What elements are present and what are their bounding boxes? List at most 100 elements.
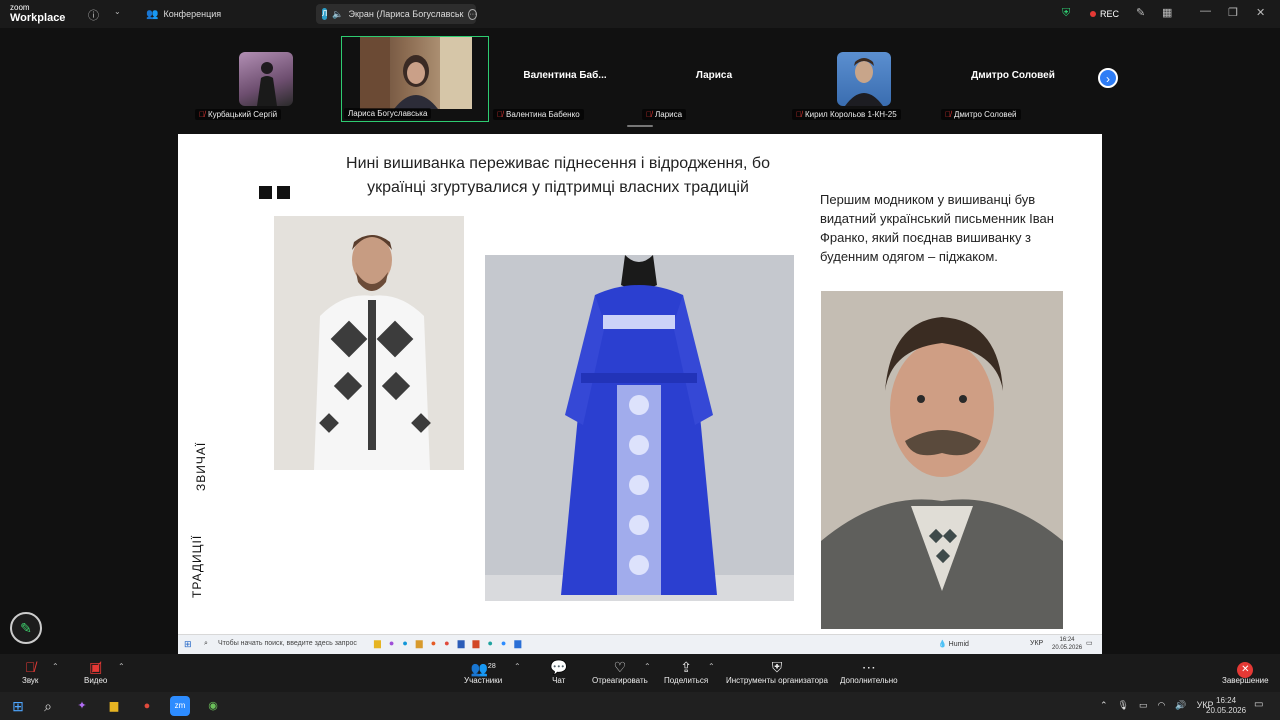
network-icon[interactable]: ▭ [1139,700,1148,711]
chrome-icon: ● [444,638,450,648]
info-icon[interactable]: ⓘ [88,7,99,23]
participants-button[interactable]: 👥28 Участники [464,658,502,685]
video-options-caret-icon[interactable]: ⌃ [118,662,125,671]
wifi-icon[interactable]: ◠ [1158,700,1166,711]
notifications-icon[interactable]: ▭ [1254,699,1263,710]
copilot-icon: ● [388,638,395,648]
end-meeting-button[interactable]: ✕ Завершение [1222,658,1269,685]
vertical-label-tradytsii: ТРАДИЦІЇ [190,534,204,598]
participant-tile[interactable]: Лариса 🎙̸ Лариса [640,36,788,122]
tab-screen-share[interactable]: Л 🔈 Экран (Лариса Богуславськ ··· [316,4,478,24]
microphone-icon[interactable]: 🎙 [1118,700,1129,711]
participant-name: Лариса Богуславська [348,109,428,118]
volume-icon[interactable]: 🔊 [1175,700,1186,711]
windows-taskbar: ⊞ ⌕ ✦ ▆ ● zm ◉ ⌃ 🎙 ▭ ◠ 🔊 УКР 16:24 20.05… [0,692,1280,720]
firefox-icon: ● [430,638,437,648]
annotate-pen-button[interactable]: ✎ [10,612,42,644]
windows-start-icon[interactable]: ⊞ [8,696,28,716]
shared-search-placeholder: Чтобы начать поиск, введите здесь запрос [218,640,357,647]
audio-options-caret-icon[interactable]: ⌃ [52,662,59,671]
participant-display-name: Дмитро Соловей [971,70,1055,81]
react-button[interactable]: ♡ Отреагировать [592,658,648,685]
participant-display-name: Лариса [695,70,733,81]
close-icon[interactable]: ✕ [1256,6,1265,19]
edge-icon: ● [487,638,493,648]
logo-bottom-text: Workplace [10,12,66,24]
mic-off-icon: 🎙̸ [796,110,802,119]
host-tools-button[interactable]: ⛨ Инструменты организатора [726,658,828,685]
participant-name: Лариса [655,110,683,119]
minimize-icon[interactable]: — [1200,5,1211,17]
chevron-up-icon[interactable]: ⌃ [1100,700,1108,711]
participant-tile[interactable]: 🎙̸ Кирил Корольов 1-КН-25 [790,36,938,122]
photo-man-vyshyvanka [274,216,464,470]
view-grid-icon[interactable]: ▦ [1162,6,1172,19]
copilot-icon[interactable]: ✦ [72,696,92,716]
people-icon: 👥 [146,8,159,20]
chat-button[interactable]: 💬 Чат [550,658,567,685]
chrome-icon[interactable]: ● [137,696,157,716]
participant-name: Курбацький Сергій [208,110,278,119]
audio-button[interactable]: 🎙̸ Звук [22,658,38,685]
record-dot-icon [1090,11,1096,17]
chevron-down-icon[interactable]: ⌄ [114,7,121,16]
video-off-icon: ▣̸ [89,659,103,675]
pen-icon: ✎ [20,620,32,636]
tab-conference[interactable]: 👥 Конференция [140,4,227,24]
end-icon: ✕ [1222,658,1269,678]
more-options-icon[interactable]: ··· [468,8,478,20]
more-button[interactable]: ⋯ Дополнительно [840,658,898,685]
participant-name-tag: 🎙̸ Дмитро Соловей [941,109,1021,120]
video-button[interactable]: ▣̸ Видео [84,658,107,685]
react-options-caret-icon[interactable]: ⌃ [644,662,651,671]
participants-options-caret-icon[interactable]: ⌃ [514,662,521,671]
system-tray: ⌃ 🎙 ▭ ◠ 🔊 УКР [1100,700,1214,711]
participant-tile[interactable]: Валентина Баб... 🎙̸ Валентина Бабенко [491,36,639,122]
participant-display-name: Валентина Баб... [523,70,607,81]
shared-lang: УКР [1030,640,1044,647]
slide-title: Нині вишиванка переживає піднесення і ві… [318,152,798,200]
mic-off-icon: 🎙̸ [497,110,503,119]
slide-body-text: Першим модником у вишиванці був видатний… [820,192,1054,264]
participant-strip: 🎙̸ Курбацький Сергій Лариса Богуславська… [0,28,1280,128]
host-tools-label: Инструменты организатора [726,676,828,685]
participants-count: 28 [487,663,496,670]
restore-icon[interactable]: ❐ [1228,6,1238,19]
participant-tile[interactable]: Дмитро Соловей 🎙̸ Дмитро Соловей [939,36,1087,122]
app-icon[interactable]: ◉ [203,696,223,716]
share-button[interactable]: ⇪ Поделиться [664,658,708,685]
share-options-caret-icon[interactable]: ⌃ [708,662,715,671]
search-icon[interactable]: ⌕ [38,696,58,716]
shared-taskbar-apps: ▆ ● ● ▆ ● ● ▆ ▆ ● ● ▆ [374,638,521,649]
video-label: Видео [84,676,108,685]
weather-label: Humid [948,641,969,648]
recording-indicator[interactable]: REC [1090,9,1119,19]
avatar [239,52,293,106]
speaker-icon: 🔈 [332,8,344,19]
files-icon: ▆ [415,638,423,648]
participant-tile-active-speaker[interactable]: Лариса Богуславська [341,36,489,122]
mic-off-icon: 🎙̸ [646,110,652,119]
rec-label: REC [1100,9,1120,19]
participant-tile[interactable]: 🎙̸ Курбацький Сергій [193,36,341,122]
strip-scroll-indicator[interactable] [627,125,653,127]
folder-icon: ▆ [374,638,381,648]
shield-icon[interactable]: ⛨ [1062,7,1070,20]
share-label: Поделиться [664,676,709,685]
zoom-app-icon[interactable]: zm [170,696,190,716]
tab-conference-label: Конференция [163,9,222,19]
avatar [837,52,891,106]
clock[interactable]: 16:24 20.05.2026 [1206,696,1246,716]
share-screen-icon: ⇪ [680,659,692,675]
vertical-label-zvychai: ЗВИЧАЇ [194,441,208,491]
file-explorer-icon[interactable]: ▆ [104,696,124,716]
chevron-right-icon: › [1106,72,1110,86]
next-participants-button[interactable]: › [1098,68,1118,88]
react-label: Отреагировать [592,676,648,685]
participant-name-tag: 🎙̸ Курбацький Сергій [195,109,282,120]
weather-widget: 💧 Humid [938,641,969,648]
shared-screen: Нині вишиванка переживає піднесення і ві… [178,134,1102,654]
word-icon: ▆ [457,638,465,648]
shared-windows-taskbar: ⊞ ⌕ Чтобы начать поиск, введите здесь за… [178,634,1102,654]
annotate-icon[interactable]: ✎ [1136,6,1145,19]
